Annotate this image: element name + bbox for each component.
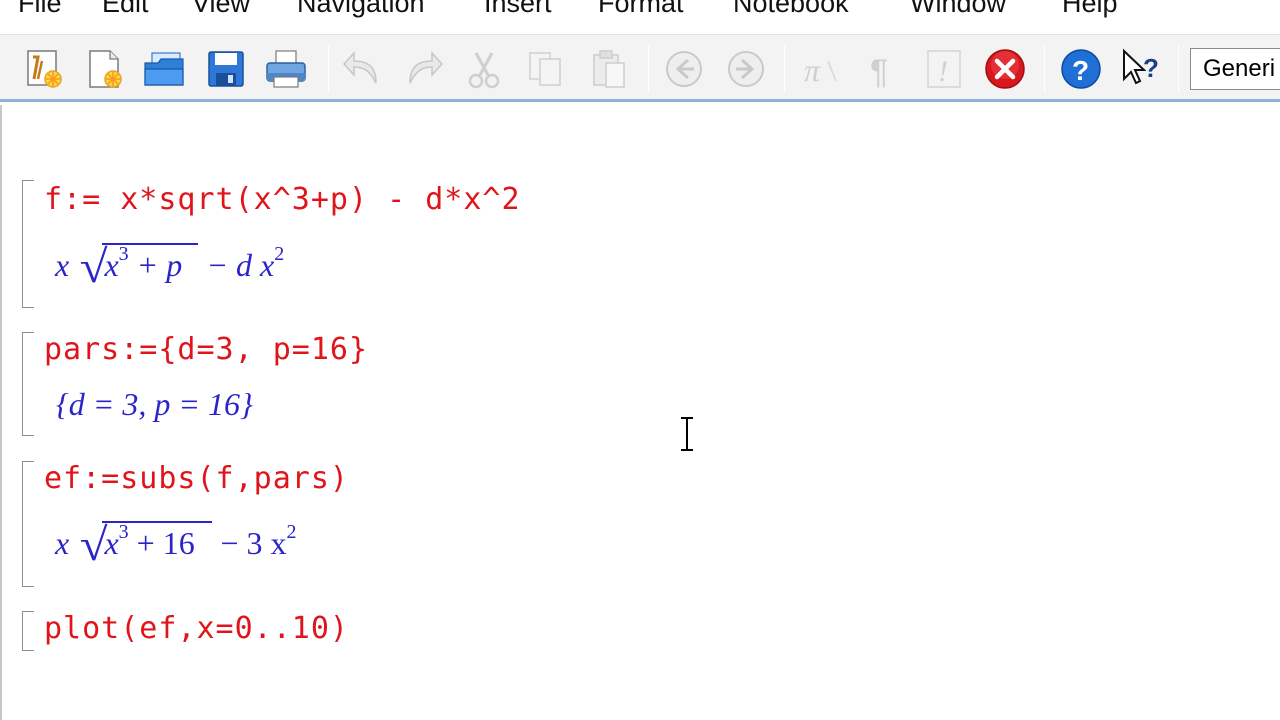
help-icon[interactable]: ? (1057, 45, 1105, 93)
toolbar-separator (1178, 45, 1179, 93)
worksheet-border (0, 105, 2, 720)
copy-icon[interactable] (522, 45, 570, 93)
svg-text:!: ! (938, 55, 948, 88)
new-file-icon[interactable] (80, 45, 128, 93)
execution-group-bracket[interactable] (22, 332, 34, 436)
input-line[interactable]: ef:=subs(f,pars) (44, 461, 349, 496)
math-output: x √x3 + p − d x2 (55, 241, 285, 292)
svg-text:?: ? (1072, 55, 1089, 86)
paste-icon[interactable] (584, 45, 632, 93)
math-output: {d = 3, p = 16} (56, 386, 253, 422)
menu-insert[interactable]: Insert (484, 0, 552, 19)
pi-icon[interactable]: π (796, 45, 844, 93)
context-help-icon[interactable]: ? (1117, 45, 1165, 93)
menu-help[interactable]: Help (1062, 0, 1118, 19)
input-line[interactable]: pars:={d=3, p=16} (44, 332, 368, 367)
text-cursor-icon (681, 416, 693, 452)
toolbar-separator (328, 45, 329, 93)
menu-view[interactable]: View (192, 0, 250, 19)
menu-window[interactable]: Window (910, 0, 1006, 19)
menu-edit[interactable]: Edit (102, 0, 149, 19)
svg-text:?: ? (1143, 53, 1159, 83)
redo-icon[interactable] (400, 45, 448, 93)
toolbar-separator (648, 45, 649, 93)
stop-icon[interactable] (981, 45, 1029, 93)
print-icon[interactable] (262, 45, 310, 93)
toolbar-separator (784, 45, 785, 93)
math-engine-select[interactable]: Generi (1190, 48, 1280, 90)
math-engine-select-value: Generi (1203, 55, 1276, 82)
menu-navigation[interactable]: Navigation (297, 0, 425, 19)
undo-icon[interactable] (338, 45, 386, 93)
execution-group-bracket[interactable] (22, 611, 34, 651)
input-line[interactable]: f:= x*sqrt(x^3+p) - d*x^2 (44, 182, 521, 217)
toolbar: π ¶ ! ? ? Generi (0, 34, 1280, 102)
svg-text:π: π (804, 52, 821, 88)
execution-group-bracket[interactable] (22, 461, 34, 587)
forward-icon[interactable] (722, 45, 770, 93)
input-line[interactable]: plot(ef,x=0..10) (44, 611, 349, 646)
exclamation-icon[interactable]: ! (920, 45, 968, 93)
math-output: x √x3 + 16 − 3 x2 (55, 519, 297, 570)
menu-file[interactable]: File (18, 0, 62, 19)
save-icon[interactable] (202, 45, 250, 93)
execution-group-bracket[interactable] (22, 180, 34, 308)
toolbar-separator (1044, 45, 1045, 93)
menu-notebook[interactable]: Notebook (733, 0, 849, 19)
menu-format[interactable]: Format (598, 0, 684, 19)
open-folder-icon[interactable] (140, 45, 188, 93)
paragraph-icon[interactable]: ¶ (858, 45, 906, 93)
svg-text:¶: ¶ (870, 53, 888, 91)
menu-bar: File Edit View Navigation Insert Format … (0, 0, 1280, 34)
back-icon[interactable] (660, 45, 708, 93)
cut-icon[interactable] (460, 45, 508, 93)
new-worksheet-icon[interactable] (20, 45, 68, 93)
